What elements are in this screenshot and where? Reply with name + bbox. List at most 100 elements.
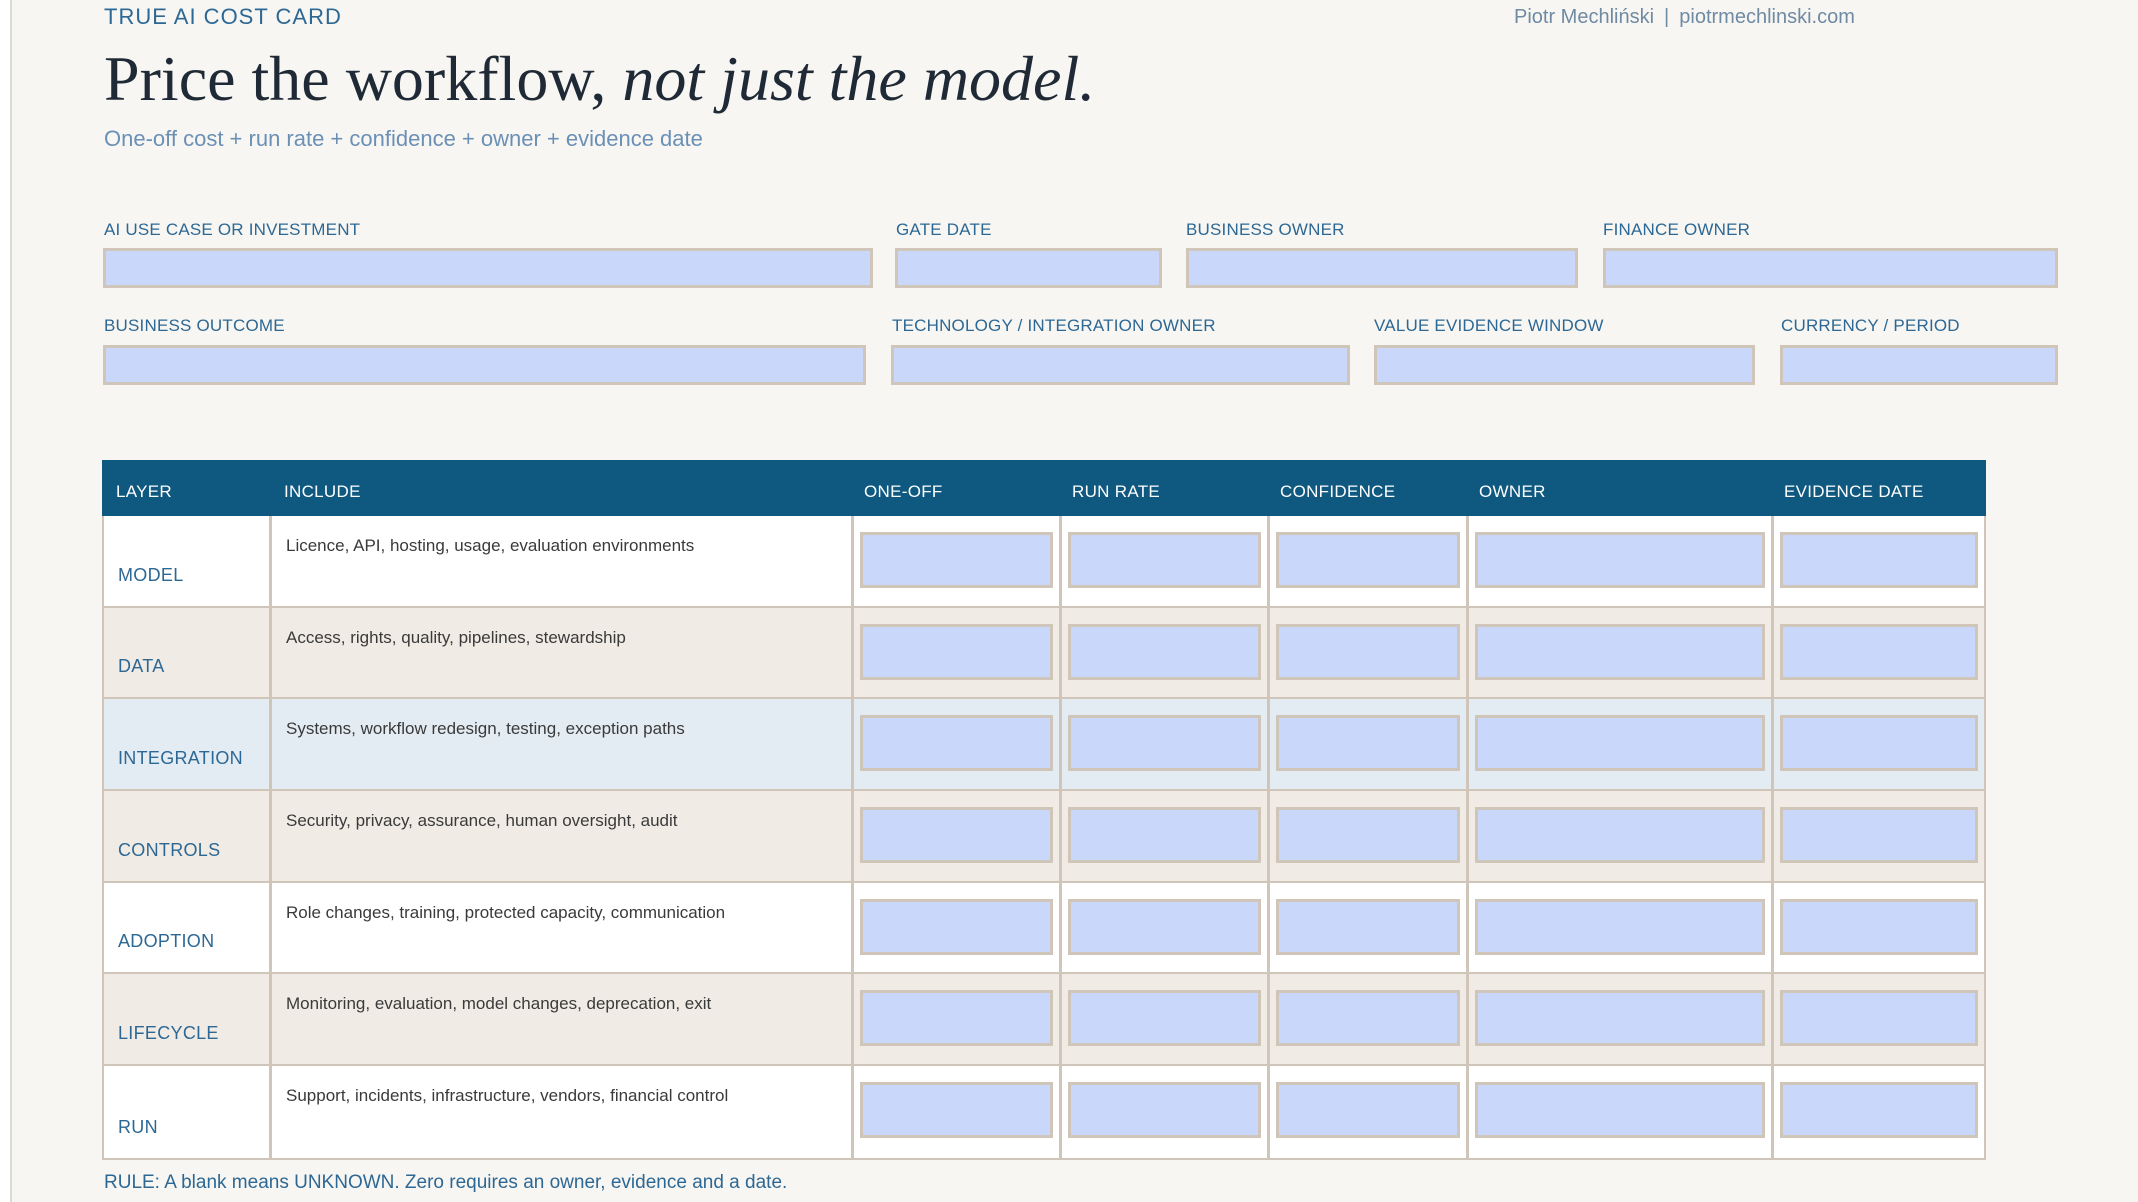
header-evidence-date: EVIDENCE DATE (1784, 482, 1924, 501)
table-row: MODEL Licence, API, hosting, usage, evalu… (104, 516, 1984, 608)
confidence-cell (1270, 516, 1469, 606)
include-cell: Role changes, training, protected capaci… (272, 882, 854, 973)
confidence-cell (1270, 974, 1469, 1065)
layer-cell: RUN (104, 1066, 272, 1158)
title-italic: not just the model. (622, 43, 1096, 114)
layer-cell: DATA (104, 607, 272, 698)
owner-cell (1469, 699, 1774, 790)
header-include: INCLUDE (284, 482, 361, 501)
confidence-input[interactable] (1276, 990, 1460, 1047)
layer-name: INTEGRATION (118, 748, 243, 769)
left-edge-rule (0, 0, 12, 1202)
confidence-input[interactable] (1276, 1082, 1460, 1139)
rule-note: RULE: A blank means UNKNOWN. Zero requir… (104, 1172, 788, 1193)
cost-table: LAYER INCLUDE ONE-OFF RUN RATE CONFIDENC… (102, 460, 1986, 1160)
include-cell: Access, rights, quality, pipelines, stew… (272, 607, 854, 698)
table-row: DATA Access, rights, quality, pipelines, … (104, 607, 1984, 700)
include-description: Licence, API, hosting, usage, evaluation… (286, 536, 695, 555)
evidence-date-input[interactable] (1780, 990, 1978, 1047)
one-off-cell (854, 791, 1062, 881)
value-window-input[interactable] (1374, 345, 1755, 385)
confidence-cell (1270, 699, 1469, 790)
owner-input[interactable] (1475, 898, 1765, 955)
table-row: LIFECYCLE Monitoring, evaluation, model c… (104, 974, 1984, 1067)
business-owner-input[interactable] (1186, 248, 1578, 288)
gate-date-input[interactable] (895, 248, 1162, 288)
evidence-date-input[interactable] (1780, 715, 1978, 772)
include-description: Support, incidents, infrastructure, vend… (286, 1086, 729, 1106)
one-off-cell (854, 699, 1062, 790)
table-header-row: LAYER INCLUDE ONE-OFF RUN RATE CONFIDENC… (102, 460, 1986, 516)
include-description: Security, privacy, assurance, human over… (286, 811, 678, 831)
one-off-input[interactable] (860, 1082, 1053, 1139)
include-cell: Systems, workflow redesign, testing, exc… (272, 699, 854, 790)
owner-cell (1469, 882, 1774, 973)
evidence-date-cell (1774, 791, 1984, 881)
one-off-input[interactable] (860, 807, 1053, 864)
page-subtitle: One-off cost + run rate + confidence + o… (104, 126, 703, 151)
byline-separator: | (1664, 6, 1670, 28)
business-owner-label: BUSINESS OWNER (1186, 220, 1345, 239)
run-rate-input[interactable] (1068, 990, 1261, 1047)
one-off-cell (854, 516, 1062, 606)
confidence-input[interactable] (1276, 623, 1460, 680)
one-off-input[interactable] (860, 715, 1053, 772)
run-rate-input[interactable] (1068, 1082, 1261, 1139)
header-owner: OWNER (1479, 482, 1546, 501)
include-description: Monitoring, evaluation, model changes, d… (286, 994, 712, 1014)
evidence-date-input[interactable] (1780, 1082, 1978, 1139)
owner-input[interactable] (1475, 1082, 1765, 1139)
run-rate-cell (1062, 607, 1270, 698)
confidence-input[interactable] (1276, 715, 1460, 772)
owner-cell (1469, 791, 1774, 881)
business-outcome-input[interactable] (103, 345, 866, 385)
author-byline: Piotr Mechliński | piotrmechlinski.com (1514, 6, 1855, 29)
confidence-cell (1270, 607, 1469, 698)
finance-owner-label: FINANCE OWNER (1603, 220, 1751, 239)
evidence-date-input[interactable] (1780, 532, 1978, 588)
run-rate-input[interactable] (1068, 807, 1261, 864)
include-cell: Monitoring, evaluation, model changes, d… (272, 974, 854, 1065)
currency-period-input[interactable] (1780, 345, 2058, 385)
value-window-label: VALUE EVIDENCE WINDOW (1374, 316, 1604, 335)
card-kicker: TRUE AI COST CARD (104, 4, 342, 29)
table-body: MODEL Licence, API, hosting, usage, evalu… (102, 516, 1986, 1160)
owner-input[interactable] (1475, 623, 1765, 680)
confidence-input[interactable] (1276, 898, 1460, 955)
layer-cell: ADOPTION (104, 882, 272, 973)
one-off-input[interactable] (860, 898, 1053, 955)
evidence-date-input[interactable] (1780, 898, 1978, 955)
run-rate-input[interactable] (1068, 623, 1261, 680)
use-case-input[interactable] (103, 248, 873, 288)
owner-input[interactable] (1475, 807, 1765, 864)
owner-cell (1469, 516, 1774, 606)
layer-name: MODEL (118, 564, 184, 585)
confidence-input[interactable] (1276, 532, 1460, 588)
layer-cell: CONTROLS (104, 791, 272, 881)
run-rate-cell (1062, 1066, 1270, 1158)
table-row: CONTROLS Security, privacy, assurance, hu… (104, 791, 1984, 883)
one-off-input[interactable] (860, 532, 1053, 588)
tech-owner-input[interactable] (891, 345, 1350, 385)
owner-input[interactable] (1475, 715, 1765, 772)
confidence-input[interactable] (1276, 807, 1460, 864)
run-rate-cell (1062, 974, 1270, 1065)
one-off-cell (854, 607, 1062, 698)
author-site-link[interactable]: piotrmechlinski.com (1679, 6, 1855, 28)
run-rate-input[interactable] (1068, 898, 1261, 955)
finance-owner-input[interactable] (1603, 248, 2058, 288)
one-off-input[interactable] (860, 623, 1053, 680)
evidence-date-cell (1774, 608, 1984, 698)
include-description: Access, rights, quality, pipelines, stew… (286, 627, 626, 647)
run-rate-input[interactable] (1068, 715, 1261, 772)
run-rate-input[interactable] (1068, 532, 1261, 588)
evidence-date-input[interactable] (1780, 623, 1978, 680)
layer-cell: INTEGRATION (104, 699, 272, 790)
owner-input[interactable] (1475, 532, 1765, 588)
table-row: INTEGRATION Systems, workflow redesign, t… (104, 699, 1984, 792)
one-off-cell (854, 882, 1062, 973)
one-off-input[interactable] (860, 990, 1053, 1047)
confidence-cell (1270, 882, 1469, 973)
owner-input[interactable] (1475, 990, 1765, 1047)
evidence-date-input[interactable] (1780, 807, 1978, 864)
